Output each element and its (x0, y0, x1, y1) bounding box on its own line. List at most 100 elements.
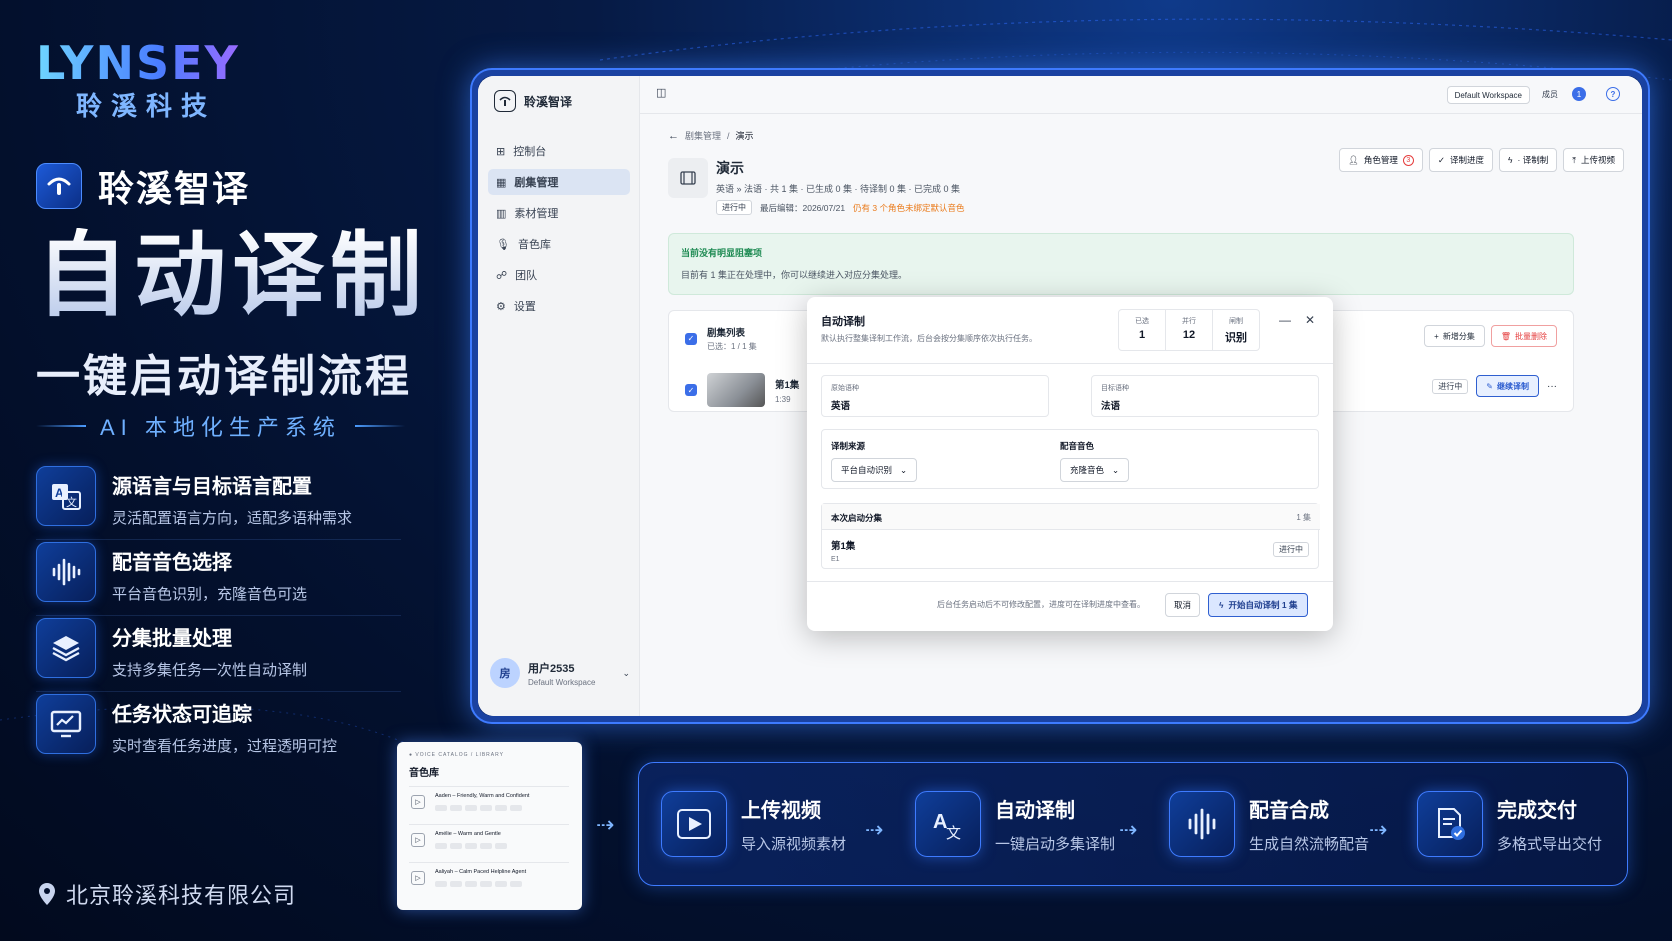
pen-icon: ✎ (1486, 381, 1493, 391)
upload-video-button[interactable]: ⤒ 上传视频 (1563, 148, 1624, 172)
settings-icon: ⚙ (496, 300, 506, 313)
voice-select[interactable]: 充隆音色 ⌄ (1060, 458, 1130, 482)
plus-icon: + (1434, 331, 1439, 341)
feature-item: 任务状态可追踪 实时查看任务进度，过程透明可控 (36, 692, 401, 768)
target-language-field[interactable]: 目标语种 法语 (1091, 375, 1319, 417)
voice-caption: ● VOICE CATALOG / LIBRARY (409, 752, 504, 758)
help-icon[interactable]: ? (1606, 87, 1620, 101)
batch-episodes-section: 本次启动分集 1 集 第1集 E1 进行中 (821, 503, 1320, 569)
dialog-title: 自动译制 (821, 316, 865, 328)
feature-title: 配音音色选择 (112, 552, 232, 574)
layers-icon (36, 618, 96, 678)
upload-icon: ⤒ (1572, 154, 1576, 165)
app-logo-icon (36, 163, 82, 209)
divider (807, 581, 1333, 582)
brand-logo: LYNSEY (36, 36, 240, 90)
close-icon[interactable]: ✕ (1305, 313, 1315, 327)
add-episode-button[interactable]: + 新增分集 (1424, 325, 1485, 347)
source-language-field[interactable]: 原始语种 英语 (821, 375, 1049, 417)
auto-dub-button[interactable]: ϟ · 译制制 (1499, 148, 1558, 172)
dub-config-section: 译制来源 平台自动识别 ⌄ 配音音色 充隆音色 ⌄ (821, 429, 1319, 489)
minimize-icon[interactable]: — (1279, 313, 1291, 327)
auto-dub-dialog: 自动译制 默认执行整集译制工作流，后台会按分集顺序依次执行任务。 已选 1 并行 1… (807, 297, 1333, 631)
workspace-switcher[interactable]: Default Workspace (1446, 86, 1530, 104)
cancel-button[interactable]: 取消 (1165, 593, 1201, 617)
field-label: 原始语种 (831, 385, 859, 392)
film-icon (668, 158, 708, 198)
button-label: 开始自动译制 1 集 (1228, 600, 1298, 610)
step-desc: 生成自然流畅配音 (1249, 836, 1370, 853)
stat-selected: 已选 1 (1119, 310, 1166, 350)
dub-source-select[interactable]: 平台自动识别 ⌄ (831, 458, 918, 482)
dialog-subtitle: 默认执行整集译制工作流，后台会按分集顺序依次执行任务。 (821, 334, 1037, 343)
sidebar-item-voices[interactable]: 🎙︎ 音色库 (488, 231, 630, 257)
arrow-right-icon: ⇢ (865, 817, 884, 842)
members-link[interactable]: 成员 (1542, 89, 1558, 100)
svg-text:文: 文 (946, 824, 961, 842)
start-auto-dub-button[interactable]: ϟ 开始自动译制 1 集 (1208, 593, 1309, 617)
arrow-right-icon: ⇢ (596, 812, 615, 837)
step-desc: 多格式导出交付 (1497, 836, 1603, 853)
batch-header: 本次启动分集 1 集 (822, 504, 1320, 530)
notice-title: 当前没有明显阻塞项 (681, 248, 763, 258)
sidebar-item-label: 剧集管理 (514, 177, 559, 189)
sidebar-brand-name: 聆溪智译 (524, 94, 573, 109)
team-icon: ☍ (496, 269, 508, 282)
sidebar-toggle-icon[interactable]: ◫ (656, 86, 666, 99)
tagline-line-right (354, 425, 405, 427)
batch-count: 1 集 (1296, 513, 1311, 522)
episode-list-header: ✓ 剧集列表 已选：1 / 1 集 (685, 325, 757, 352)
workflow-step: 配音合成 生成自然流畅配音 (1169, 791, 1369, 857)
button-label: 译制进度 (1450, 155, 1485, 165)
translate-icon: A文 (36, 466, 96, 526)
hero-tagline: AI 本地化生产系统 (36, 410, 405, 442)
continue-dub-button[interactable]: ✎ 继续译制 (1476, 375, 1539, 397)
sidebar: 聆溪智译 ⊞ 控制台 ▦ 剧集管理 ▥ 素材管理 🎙︎ 音色库 ☍ 团队 ⚙ 设置 房 用户… (478, 76, 640, 716)
app-logo-icon (494, 90, 516, 112)
button-label: · 译制制 (1517, 155, 1549, 165)
breadcrumb-current: 演示 (735, 131, 754, 141)
hero-title: 自动译制 (36, 225, 429, 327)
more-icon[interactable]: ··· (1547, 381, 1557, 392)
progress-button[interactable]: ✓ 译制进度 (1428, 148, 1494, 172)
feature-desc: 灵活配置语言方向，适配多语种需求 (112, 510, 353, 527)
button-label: 批量删除 (1515, 331, 1547, 341)
app-title-row: 聆溪智译 (36, 160, 250, 212)
breadcrumb-parent[interactable]: 剧集管理 (685, 129, 721, 142)
status-badge: 进行中 (1432, 378, 1469, 394)
sidebar-brand[interactable]: 聆溪智译 (494, 90, 572, 112)
notification-bell-icon[interactable]: 1 (1572, 87, 1586, 101)
sidebar-item-label: 音色库 (517, 239, 551, 251)
chevron-down-icon: ⌄ (622, 667, 630, 678)
sidebar-item-dashboard[interactable]: ⊞ 控制台 (488, 138, 630, 164)
role-manage-button[interactable]: 👤︎ 角色管理 3 (1339, 148, 1423, 172)
episode-selected-count: 已选：1 / 1 集 (707, 342, 757, 351)
sidebar-item-team[interactable]: ☍ 团队 (488, 262, 630, 288)
sidebar-item-assets[interactable]: ▥ 素材管理 (488, 200, 630, 226)
list-item: ▷ Aaliyah – Calm Paced Helpline Agent (409, 862, 569, 894)
notice-desc: 目前有 1 集正在处理中，你可以继续进入对应分集处理。 (681, 270, 908, 280)
company-name: 北京聆溪科技有限公司 (66, 883, 297, 908)
stat-value: 识别 (1225, 332, 1247, 344)
table-row[interactable]: ✓ 第1集 1:39 (685, 373, 799, 407)
voice-tags (435, 805, 522, 811)
bolt-icon: ϟ (1508, 155, 1513, 165)
document-check-icon (1417, 791, 1483, 857)
sidebar-item-episodes[interactable]: ▦ 剧集管理 (488, 169, 630, 195)
check-icon: ✓ (1437, 154, 1445, 165)
select-all-checkbox[interactable]: ✓ (685, 332, 697, 345)
waveform-icon (36, 542, 96, 602)
row-checkbox[interactable]: ✓ (685, 384, 697, 396)
user-menu[interactable]: 房 用户2535 Default Workspace ⌄ (490, 658, 630, 688)
hero-subtitle: 一键启动译制流程 (36, 352, 412, 401)
back-arrow-icon[interactable]: ← (668, 130, 679, 142)
play-icon (661, 791, 727, 857)
episode-thumbnail (707, 373, 765, 407)
play-icon: ▷ (411, 833, 425, 847)
sidebar-item-settings[interactable]: ⚙ 设置 (488, 293, 630, 319)
feature-desc: 实时查看任务进度，过程透明可控 (112, 738, 338, 755)
workflow-strip: 上传视频 导入源视频素材 ⇢ A文 自动译制 一键启动多集译制 ⇢ 配音合成 生成自然… (638, 762, 1628, 886)
batch-delete-button[interactable]: 🗑︎ 批量删除 (1490, 325, 1557, 347)
user-workspace: Default Workspace (528, 677, 596, 687)
button-label: 上传视频 (1580, 155, 1615, 165)
